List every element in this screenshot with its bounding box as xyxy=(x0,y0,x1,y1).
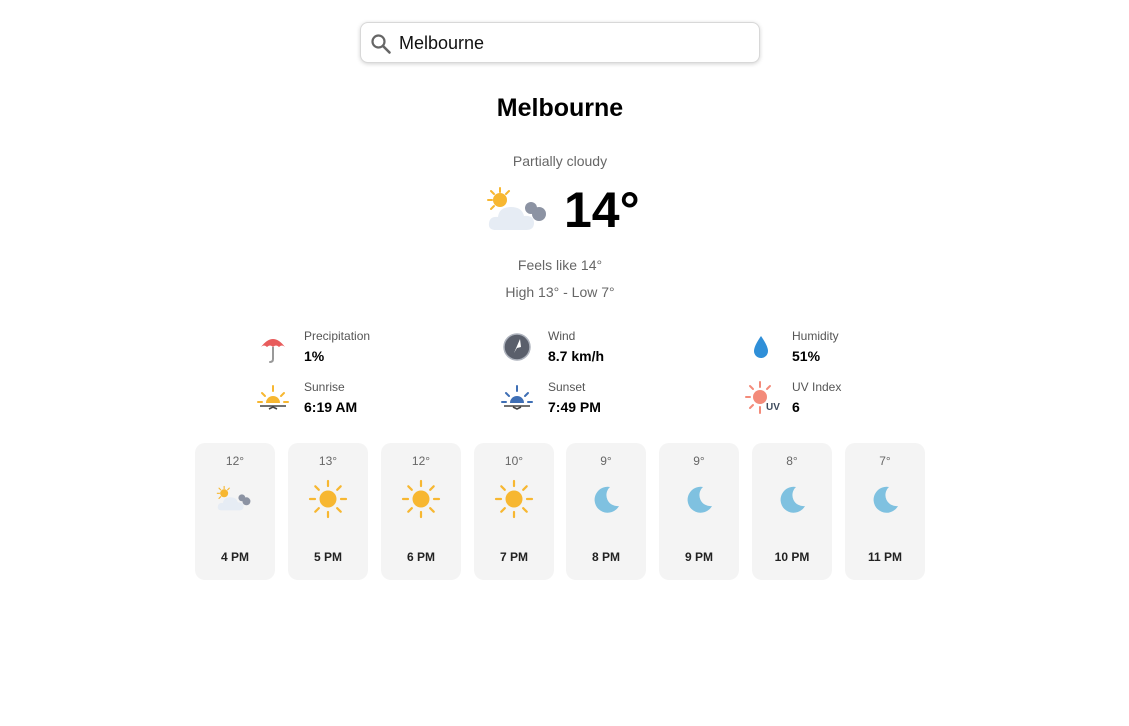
precipitation-label: Precipitation xyxy=(304,329,371,343)
sunset-label: Sunset xyxy=(548,380,586,394)
hourly-card[interactable]: 7° 11 PM xyxy=(845,443,925,580)
hourly-time: 10 PM xyxy=(774,550,810,564)
search-bar[interactable] xyxy=(360,22,760,63)
uv-index-value: 6 xyxy=(792,399,800,415)
sunrise-icon xyxy=(257,385,289,410)
uv-index-icon: UV xyxy=(745,381,780,414)
humidity-label: Humidity xyxy=(792,329,839,343)
high-low-text: High 13° - Low 7° xyxy=(505,284,615,300)
uv-index-stat: UV UV Index 6 xyxy=(744,380,964,420)
hourly-temp: 10° xyxy=(504,454,524,468)
condition-text: Partially cloudy xyxy=(512,153,608,169)
hourly-time: 9 PM xyxy=(684,550,713,564)
hourly-card[interactable]: 12° 6 PM xyxy=(381,443,461,580)
hourly-temp: 8° xyxy=(786,454,798,468)
precipitation-stat: Precipitation 1% xyxy=(256,329,476,369)
wind-label: Wind xyxy=(548,329,576,343)
hourly-card[interactable]: 13° 5 PM xyxy=(288,443,368,580)
sunset-stat: Sunset 7:49 PM xyxy=(500,380,720,420)
wind-stat: Wind 8.7 km/h xyxy=(500,329,720,369)
hourly-temp: 12° xyxy=(225,454,245,468)
compass-icon xyxy=(503,333,531,361)
precipitation-value: 1% xyxy=(304,348,325,364)
hourly-card[interactable]: 12° 4 PM xyxy=(195,443,275,580)
hourly-temp: 9° xyxy=(693,454,705,468)
sun-icon xyxy=(401,479,441,519)
moon-icon xyxy=(865,479,905,519)
hourly-temp: 7° xyxy=(879,454,891,468)
wind-value: 8.7 km/h xyxy=(548,348,605,364)
hourly-temp: 9° xyxy=(600,454,612,468)
hourly-time: 8 PM xyxy=(591,550,620,564)
sunrise-value: 6:19 AM xyxy=(304,399,358,415)
umbrella-icon xyxy=(261,339,285,363)
humidity-value: 51% xyxy=(792,348,821,364)
search-input[interactable] xyxy=(399,27,749,59)
feels-like-text: Feels like 14° xyxy=(517,257,603,273)
current-temperature: 14° xyxy=(564,182,640,238)
humidity-stat: Humidity 51% xyxy=(744,329,964,369)
sun-icon xyxy=(308,479,348,519)
sunset-value: 7:49 PM xyxy=(548,399,601,415)
svg-text:UV: UV xyxy=(766,402,780,413)
hourly-time: 6 PM xyxy=(406,550,435,564)
moon-icon xyxy=(586,479,626,519)
hourly-time: 4 PM xyxy=(220,550,249,564)
moon-icon xyxy=(679,479,719,519)
hourly-temp: 12° xyxy=(411,454,431,468)
hourly-card[interactable]: 9° 9 PM xyxy=(659,443,739,580)
sunset-icon xyxy=(501,385,533,410)
uv-index-label: UV Index xyxy=(792,380,842,394)
partly-cloudy-icon xyxy=(215,479,255,519)
hourly-card[interactable]: 8° 10 PM xyxy=(752,443,832,580)
sun-icon xyxy=(494,479,534,519)
moon-icon xyxy=(772,479,812,519)
partly-cloudy-icon xyxy=(484,186,554,234)
hourly-time: 11 PM xyxy=(867,550,903,564)
weather-page: Melbourne Partially cloudy 14° Feels lik… xyxy=(0,0,1129,726)
current-weather: 14° xyxy=(484,182,664,242)
hourly-card[interactable]: 9° 8 PM xyxy=(566,443,646,580)
raindrop-icon xyxy=(754,336,768,358)
sunrise-label: Sunrise xyxy=(304,380,345,394)
hourly-card[interactable]: 10° 7 PM xyxy=(474,443,554,580)
search-icon xyxy=(371,34,391,54)
city-name: Melbourne xyxy=(496,94,624,122)
hourly-time: 5 PM xyxy=(313,550,342,564)
sunrise-stat: Sunrise 6:19 AM xyxy=(256,380,476,420)
hourly-temp: 13° xyxy=(318,454,338,468)
hourly-time: 7 PM xyxy=(499,550,528,564)
